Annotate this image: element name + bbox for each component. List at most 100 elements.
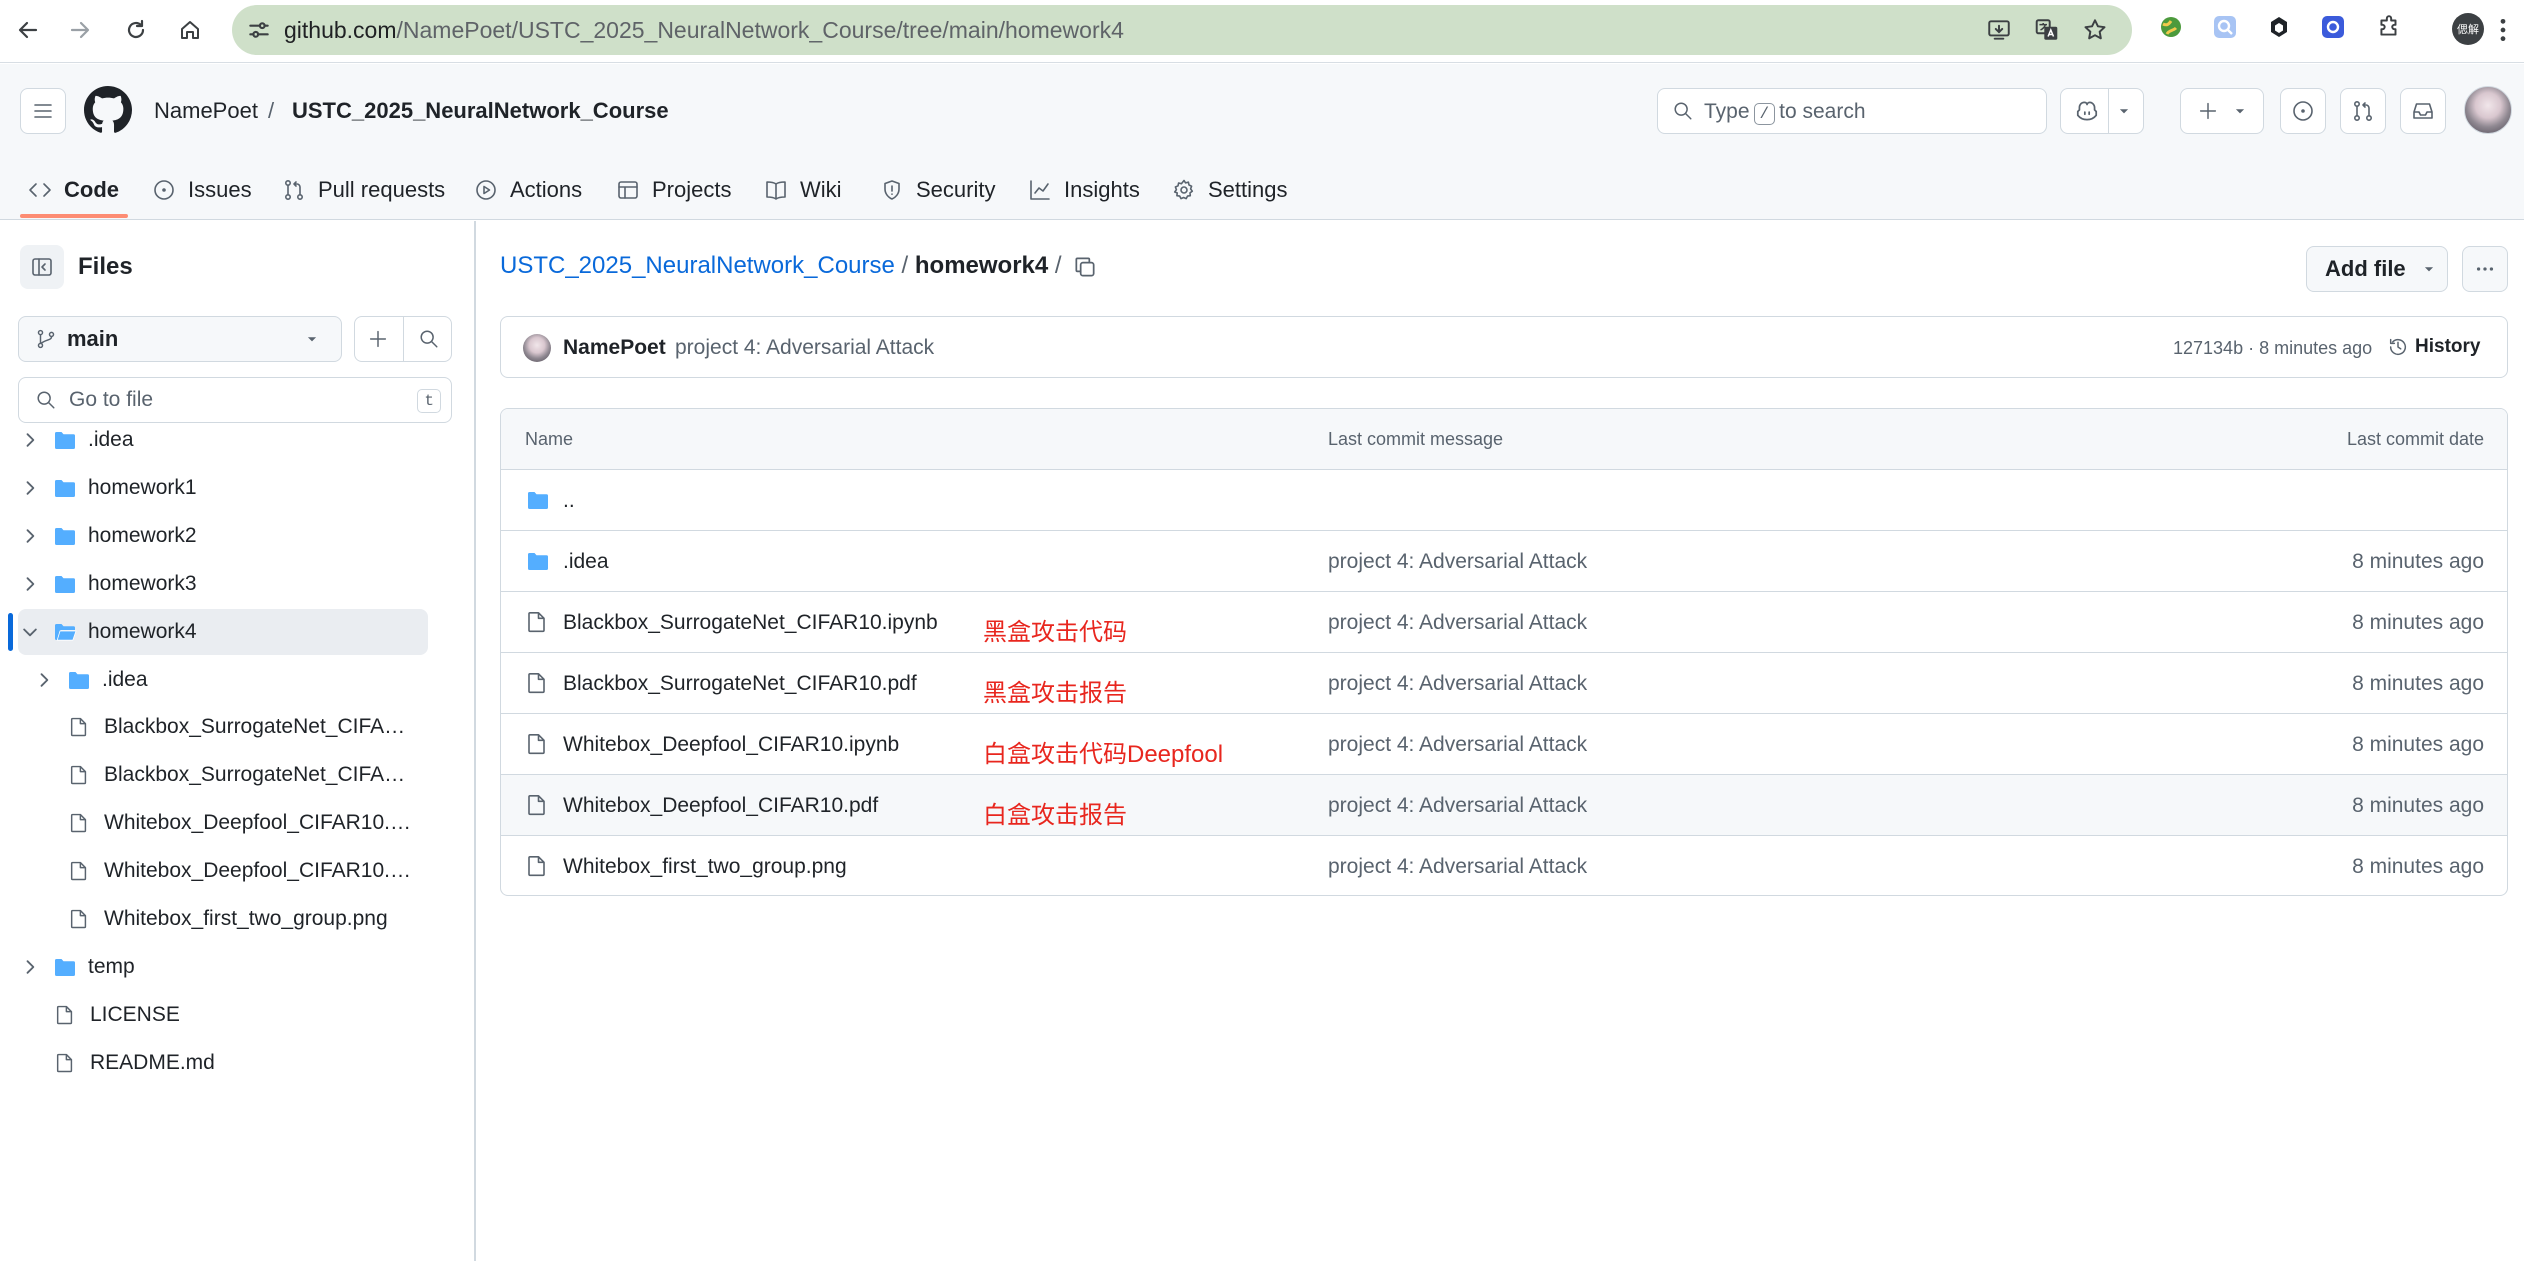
plus-icon[interactable] [367, 328, 389, 350]
collapse-sidebar-button[interactable] [20, 245, 64, 289]
tree-folder-item[interactable]: temp [0, 944, 476, 990]
table-row[interactable]: Blackbox_SurrogateNet_CIFAR10.ipynb 黑盒攻击代… [501, 591, 2507, 652]
tree-file-item[interactable]: LICENSE [0, 992, 476, 1038]
hamburger-menu-button[interactable] [20, 88, 66, 134]
tree-file-item[interactable]: Whitebox_first_two_group.png [0, 896, 476, 942]
history-button[interactable]: History [2387, 325, 2480, 369]
address-bar[interactable]: github.com/NamePoet/USTC_2025_NeuralNetw… [232, 5, 2132, 55]
tab-actions[interactable]: Actions [474, 168, 582, 212]
row-name-link[interactable]: Whitebox_Deepfool_CIFAR10.pdf [563, 794, 878, 818]
row-name-link[interactable]: Whitebox_Deepfool_CIFAR10.ipynb [563, 733, 899, 757]
tab-insights[interactable]: Insights [1028, 168, 1140, 212]
row-commit-message[interactable]: project 4: Adversarial Attack [1328, 855, 1587, 879]
extensions-puzzle-icon[interactable] [2376, 14, 2402, 40]
chevron-down-icon[interactable] [20, 622, 40, 642]
row-name-link[interactable]: Whitebox_first_two_group.png [563, 855, 847, 879]
caret-down-icon[interactable] [2117, 104, 2131, 118]
repo-link[interactable]: USTC_2025_NeuralNetwork_Course [292, 98, 669, 124]
extension-search-icon[interactable] [2212, 14, 2238, 40]
extension-blue-icon[interactable] [2320, 14, 2346, 40]
tree-folder-item[interactable]: homework2 [0, 513, 476, 559]
tab-security[interactable]: Security [880, 168, 995, 212]
tab-wiki[interactable]: Wiki [764, 168, 842, 212]
breadcrumb-current-dir: homework4 [914, 252, 1049, 279]
table-row[interactable]: .idea project 4: Adversarial Attack 8 minu… [501, 530, 2507, 591]
row-name-link[interactable]: Blackbox_SurrogateNet_CIFAR10.pdf [563, 672, 917, 696]
folder-icon [55, 527, 75, 545]
table-row[interactable]: Whitebox_Deepfool_CIFAR10.pdf 白盒攻击报告 proje… [501, 774, 2507, 835]
search-icon[interactable] [418, 328, 440, 350]
tab-pull-requests[interactable]: Pull requests [282, 168, 445, 212]
copilot-button[interactable] [2060, 88, 2144, 134]
table-row[interactable]: Whitebox_first_two_group.png project 4: A… [501, 835, 2507, 895]
back-button[interactable] [10, 12, 46, 48]
tab-code[interactable]: Code [28, 168, 119, 212]
site-settings-icon[interactable] [246, 17, 272, 43]
user-avatar[interactable] [2464, 86, 2512, 134]
row-commit-message[interactable]: project 4: Adversarial Attack [1328, 794, 1587, 818]
author-avatar[interactable] [523, 334, 551, 362]
add-file-button[interactable]: Add file [2306, 246, 2448, 292]
row-commit-message[interactable]: project 4: Adversarial Attack [1328, 550, 1587, 574]
tree-item-content: Whitebox_Deepfool_CIFAR10.ip... [34, 800, 414, 846]
tree-file-item[interactable]: Whitebox_Deepfool_CIFAR10.pdf [0, 848, 476, 894]
table-row[interactable]: .. [501, 469, 2507, 530]
file-actions-group [354, 316, 452, 362]
row-name-link[interactable]: Blackbox_SurrogateNet_CIFAR10.ipynb [563, 611, 938, 635]
tab-settings[interactable]: Settings [1172, 168, 1288, 212]
chevron-right-icon[interactable] [20, 478, 40, 498]
chevron-right-icon[interactable] [20, 430, 40, 450]
table-row[interactable]: Whitebox_Deepfool_CIFAR10.ipynb 白盒攻击代码Dee… [501, 713, 2507, 774]
owner-link[interactable]: NamePoet [154, 98, 258, 124]
extension-cube-icon[interactable] [2266, 14, 2292, 40]
tree-folder-item[interactable]: homework4 [0, 608, 476, 655]
tab-projects[interactable]: Projects [616, 168, 731, 212]
browser-menu-icon[interactable] [2498, 17, 2508, 43]
tree-folder-item[interactable]: .idea [0, 417, 476, 463]
profile-avatar[interactable]: 偲解 [2452, 13, 2484, 45]
tree-file-item[interactable]: README.md [0, 1040, 476, 1086]
tree-file-item[interactable]: Blackbox_SurrogateNet_CIFAR1... [0, 752, 476, 798]
bookmark-star-icon[interactable] [2082, 17, 2108, 43]
row-name-link[interactable]: .. [563, 489, 575, 513]
tree-file-item[interactable]: Whitebox_Deepfool_CIFAR10.ip... [0, 800, 476, 846]
pull-requests-button[interactable] [2340, 88, 2386, 134]
row-commit-message[interactable]: project 4: Adversarial Attack [1328, 733, 1587, 757]
more-options-button[interactable] [2462, 246, 2508, 292]
reload-button[interactable] [118, 12, 154, 48]
row-name-link[interactable]: .idea [563, 550, 609, 574]
tree-folder-item[interactable]: .idea [0, 657, 476, 703]
create-new-button[interactable] [2180, 88, 2264, 134]
github-logo-icon[interactable] [84, 86, 132, 134]
tab-issues[interactable]: Issues [152, 168, 252, 212]
browser-toolbar: github.com/NamePoet/USTC_2025_NeuralNetw… [0, 0, 2524, 63]
row-commit-message[interactable]: project 4: Adversarial Attack [1328, 672, 1587, 696]
extension-globe-icon[interactable] [2158, 14, 2184, 40]
commit-author[interactable]: NamePoet [563, 336, 666, 360]
tree-folder-item[interactable]: homework1 [0, 465, 476, 511]
chevron-right-icon[interactable] [20, 957, 40, 977]
chevron-right-icon[interactable] [20, 574, 40, 594]
install-app-icon[interactable] [1986, 17, 2012, 43]
search-input[interactable]: Type / to search [1657, 88, 2047, 134]
copy-path-icon[interactable] [1072, 254, 1098, 280]
row-commit-date: 8 minutes ago [2352, 733, 2484, 756]
table-row[interactable]: Blackbox_SurrogateNet_CIFAR10.pdf 黑盒攻击报告 p… [501, 652, 2507, 713]
column-header-message: Last commit message [1328, 429, 1504, 449]
inbox-button[interactable] [2400, 88, 2446, 134]
commit-message[interactable]: project 4: Adversarial Attack [675, 336, 934, 360]
breadcrumb-repo-link[interactable]: USTC_2025_NeuralNetwork_Course [500, 252, 895, 279]
home-button[interactable] [172, 12, 208, 48]
row-commit-message[interactable]: project 4: Adversarial Attack [1328, 611, 1587, 635]
tree-file-item[interactable]: Blackbox_SurrogateNet_CIFAR1... [0, 704, 476, 750]
chevron-right-icon[interactable] [34, 670, 54, 690]
issues-button[interactable] [2280, 88, 2326, 134]
issue-opened-icon [154, 180, 174, 200]
translate-icon[interactable] [2034, 17, 2060, 43]
forward-button[interactable] [62, 12, 98, 48]
commit-meta[interactable]: 127134b · 8 minutes ago [2173, 338, 2372, 359]
button-divider [2107, 88, 2109, 134]
tree-folder-item[interactable]: homework3 [0, 561, 476, 607]
branch-selector[interactable]: main [18, 316, 342, 362]
chevron-right-icon[interactable] [20, 526, 40, 546]
